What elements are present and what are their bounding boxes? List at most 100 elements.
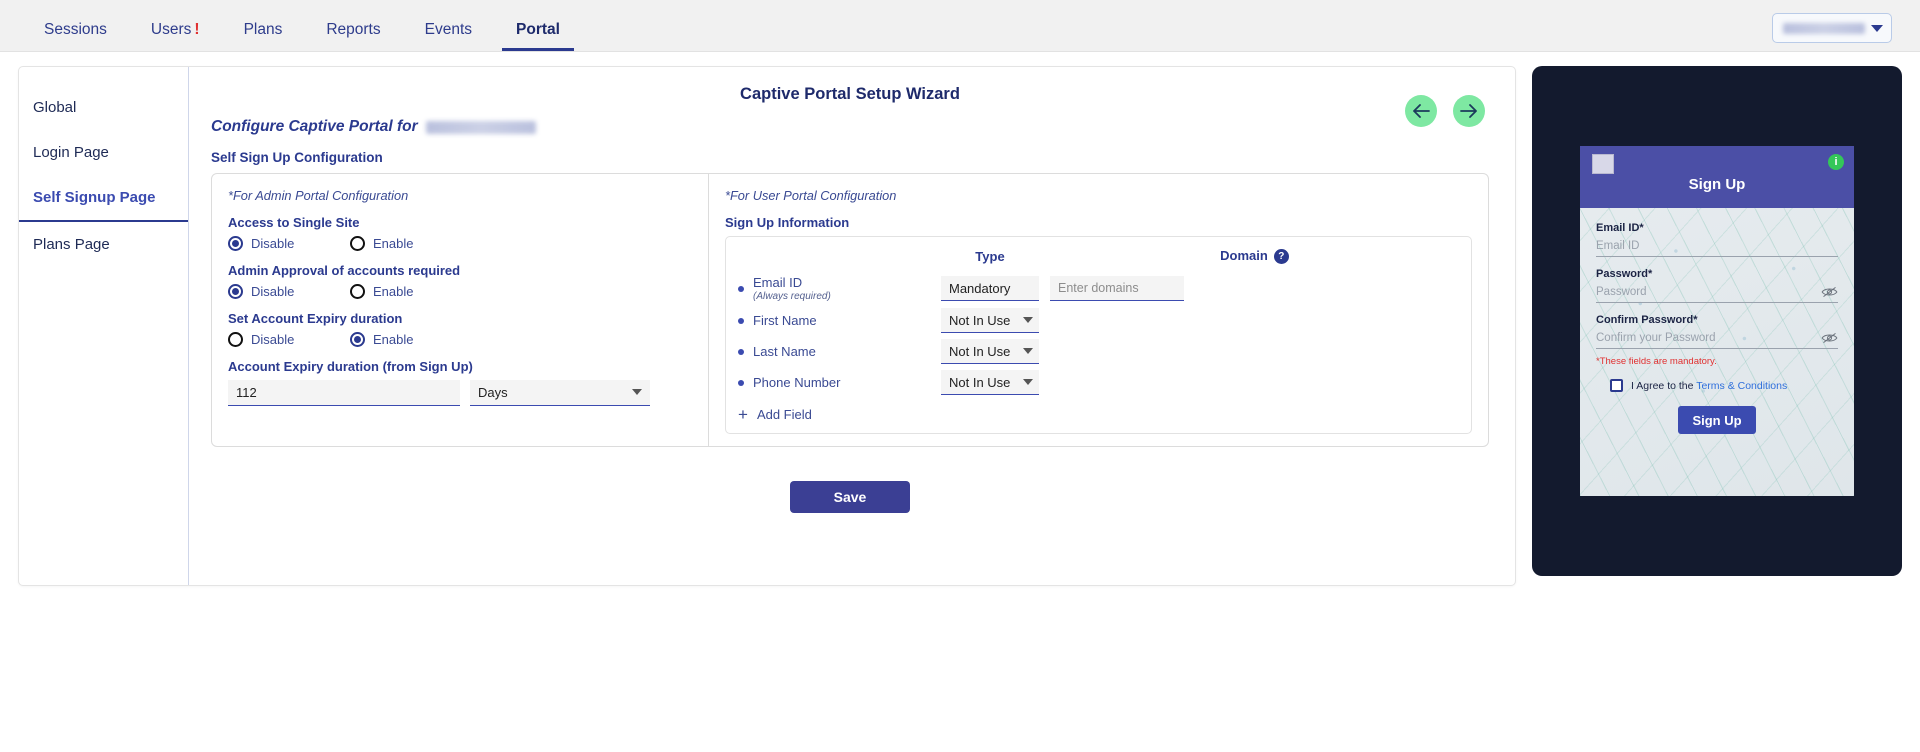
nav-label: Plans: [244, 22, 283, 38]
nav-item-sessions[interactable]: Sessions: [22, 0, 129, 51]
expiry-unit-select[interactable]: [470, 380, 650, 406]
nav-item-plans[interactable]: Plans: [222, 0, 305, 51]
configuration-panel: *For Admin Portal Configuration Access t…: [211, 173, 1489, 447]
section-title: Self Sign Up Configuration: [211, 150, 1489, 165]
radio-group-admin-approval: Disable Enable: [228, 284, 692, 299]
field-name-cell: First Name: [738, 305, 930, 336]
field-name-cell: Email ID (Always required): [738, 272, 930, 305]
type-select-phone-number[interactable]: [941, 370, 1039, 395]
eye-off-icon[interactable]: [1821, 332, 1838, 344]
top-navigation-bar: Sessions Users! Plans Reports Events Por…: [0, 0, 1920, 52]
add-field-label: Add Field: [757, 407, 812, 422]
type-value[interactable]: [941, 339, 1039, 364]
type-select-first-name[interactable]: [941, 308, 1039, 333]
site-selector-dropdown[interactable]: [1772, 13, 1892, 43]
arrow-right-icon: [1460, 104, 1478, 118]
field-type-cell: [930, 367, 1050, 398]
column-header-field: [738, 247, 930, 272]
preview-device: Sign Up i Email ID* Email ID Password* P…: [1580, 146, 1854, 496]
portal-sidebar: Global Login Page Self Signup Page Plans…: [19, 67, 189, 585]
sidebar-item-self-signup-page[interactable]: Self Signup Page: [19, 175, 188, 222]
wizard-nav-buttons: [1405, 95, 1485, 127]
page-title: Captive Portal Setup Wizard: [211, 85, 1489, 104]
sidebar-item-label: Self Signup Page: [33, 189, 156, 206]
nav-item-events[interactable]: Events: [403, 0, 494, 51]
signup-information-title: Sign Up Information: [725, 215, 1472, 230]
type-select-last-name[interactable]: [941, 339, 1039, 364]
radio-account-expiry-disable[interactable]: Disable: [228, 332, 350, 347]
type-value[interactable]: [941, 370, 1039, 395]
terms-link[interactable]: Terms & Conditions: [1696, 380, 1787, 392]
preview-label-text: Email ID: [1596, 222, 1639, 234]
group-label-account-expiry: Set Account Expiry duration: [228, 311, 692, 326]
required-mark: *: [1639, 222, 1643, 234]
terms-checkbox[interactable]: [1610, 379, 1623, 392]
radio-group-access-single-site: Disable Enable: [228, 236, 692, 251]
question-mark-icon[interactable]: ?: [1274, 249, 1289, 264]
nav-item-users[interactable]: Users!: [129, 0, 222, 51]
radio-label: Enable: [373, 284, 413, 299]
admin-panel-note: *For Admin Portal Configuration: [228, 188, 692, 203]
preview-signup-button[interactable]: Sign Up: [1678, 406, 1756, 434]
radio-admin-approval-disable[interactable]: Disable: [228, 284, 350, 299]
radio-access-single-site-disable[interactable]: Disable: [228, 236, 350, 251]
user-portal-configuration: *For User Portal Configuration Sign Up I…: [709, 174, 1488, 446]
radio-icon: [228, 236, 243, 251]
sidebar-item-plans-page[interactable]: Plans Page: [19, 222, 188, 267]
sidebar-item-global[interactable]: Global: [19, 85, 188, 130]
preview-placeholder: Confirm your Password: [1596, 332, 1716, 344]
preview-label-password: Password*: [1596, 268, 1838, 280]
field-domain-cell: [1050, 305, 1459, 336]
eye-off-icon[interactable]: [1821, 286, 1838, 298]
preview-input-email[interactable]: Email ID: [1596, 236, 1838, 257]
preview-terms-row: I Agree to the Terms & Conditions: [1610, 379, 1838, 392]
column-header-domain: Domain?: [1050, 247, 1459, 272]
wizard-content: Captive Portal Setup Wizard Configure Ca…: [189, 67, 1515, 585]
sidebar-item-login-page[interactable]: Login Page: [19, 130, 188, 175]
radio-icon: [228, 332, 243, 347]
field-name-cell: Last Name: [738, 336, 930, 367]
configure-heading-text: Configure Captive Portal for: [211, 118, 418, 136]
radio-access-single-site-enable[interactable]: Enable: [350, 236, 472, 251]
field-domain-cell: [1050, 272, 1459, 305]
field-domain-cell: [1050, 367, 1459, 398]
radio-label: Enable: [373, 236, 413, 251]
preview-title: Sign Up: [1592, 176, 1842, 193]
portal-settings-card: Global Login Page Self Signup Page Plans…: [18, 66, 1516, 586]
wizard-next-button[interactable]: [1453, 95, 1485, 127]
save-button[interactable]: Save: [790, 481, 910, 513]
add-field-button[interactable]: + Add Field: [738, 406, 1459, 423]
column-header-domain-label: Domain: [1220, 248, 1268, 263]
expiry-duration-input[interactable]: [228, 380, 460, 406]
preview-label-confirm-password: Confirm Password*: [1596, 314, 1838, 326]
terms-prefix: I Agree to the: [1631, 380, 1693, 392]
table-row: Phone Number: [738, 367, 1459, 398]
expiry-unit-value[interactable]: [470, 380, 650, 406]
nav-item-portal[interactable]: Portal: [494, 0, 582, 51]
users-alert-icon: !: [194, 22, 199, 38]
radio-admin-approval-enable[interactable]: Enable: [350, 284, 472, 299]
field-type-cell: [930, 305, 1050, 336]
type-value-email: Mandatory: [941, 276, 1039, 301]
nav-items: Sessions Users! Plans Reports Events Por…: [0, 0, 582, 51]
domain-input[interactable]: [1050, 276, 1184, 301]
preview-input-confirm-password[interactable]: Confirm your Password: [1596, 328, 1838, 349]
radio-label: Disable: [251, 284, 294, 299]
radio-account-expiry-enable[interactable]: Enable: [350, 332, 472, 347]
required-mark: *: [1693, 314, 1697, 326]
field-type-cell: Mandatory: [930, 272, 1050, 305]
nav-item-reports[interactable]: Reports: [304, 0, 402, 51]
configure-target-name: [426, 121, 536, 134]
expiry-duration-row: [228, 380, 692, 406]
preview-label-text: Password: [1596, 268, 1648, 280]
preview-header: Sign Up i: [1580, 146, 1854, 208]
info-icon[interactable]: i: [1828, 154, 1844, 170]
field-label: Last Name: [753, 344, 816, 359]
field-label: Phone Number: [753, 375, 840, 390]
radio-label: Enable: [373, 332, 413, 347]
wizard-prev-button[interactable]: [1405, 95, 1437, 127]
preview-input-password[interactable]: Password: [1596, 282, 1838, 303]
brand-logo-icon: [1592, 154, 1614, 174]
type-value[interactable]: [941, 308, 1039, 333]
field-name-cell: Phone Number: [738, 367, 930, 398]
